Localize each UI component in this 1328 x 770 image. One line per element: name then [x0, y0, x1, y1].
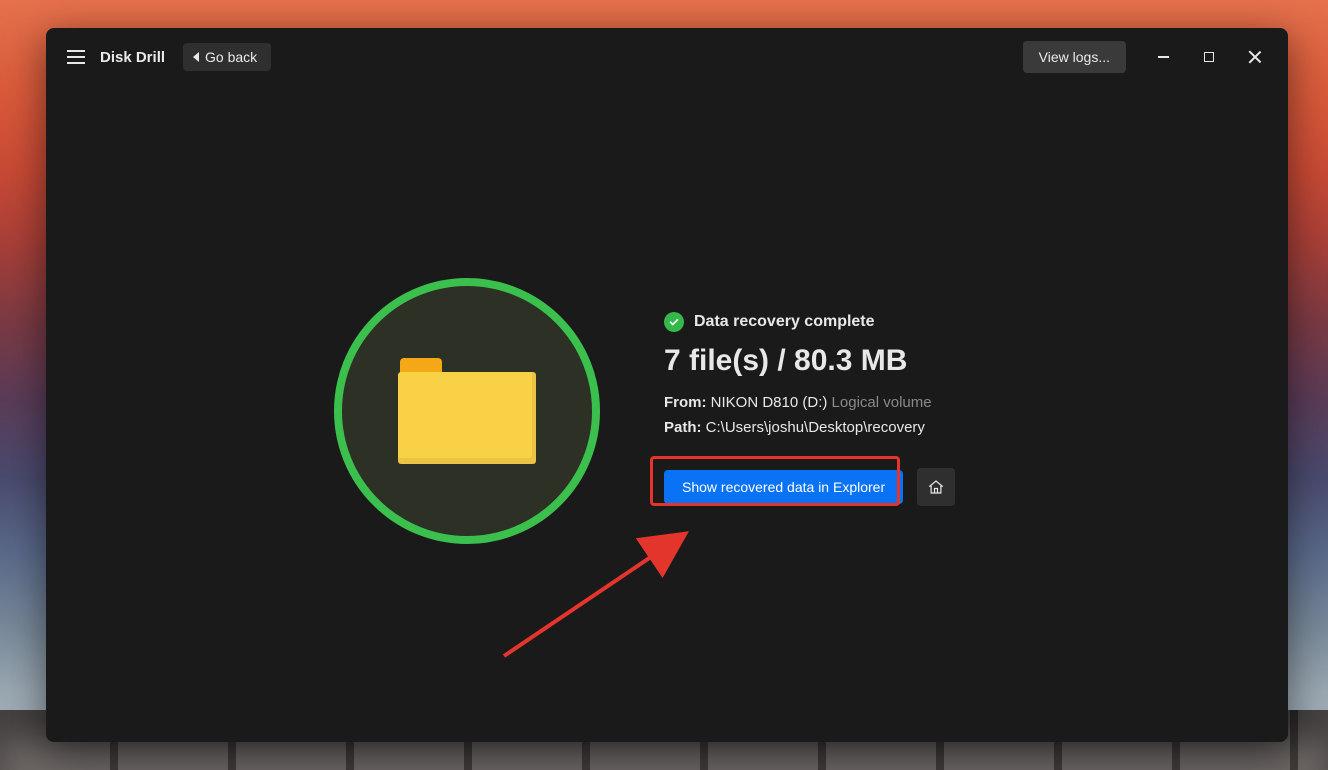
minimize-icon [1158, 56, 1169, 58]
summary-headline: 7 file(s) / 80.3 MB [664, 344, 1224, 378]
check-circle-icon [664, 312, 684, 332]
path-label: Path: [664, 419, 702, 436]
maximize-icon [1204, 52, 1214, 62]
close-button[interactable] [1232, 37, 1278, 77]
action-row: Show recovered data in Explorer [664, 468, 1224, 506]
close-icon [1248, 50, 1262, 64]
recovery-summary: Data recovery complete 7 file(s) / 80.3 … [664, 312, 1224, 506]
content-area: Data recovery complete 7 file(s) / 80.3 … [46, 86, 1288, 742]
success-circle [334, 278, 600, 544]
status-row: Data recovery complete [664, 312, 1224, 332]
path-row: Path: C:\Users\joshu\Desktop\recovery [664, 419, 1224, 436]
minimize-button[interactable] [1140, 37, 1186, 77]
titlebar: Disk Drill Go back View logs... [46, 28, 1288, 86]
status-label: Data recovery complete [694, 313, 875, 331]
chevron-left-icon [193, 52, 199, 62]
go-back-button[interactable]: Go back [183, 43, 271, 71]
show-in-explorer-button[interactable]: Show recovered data in Explorer [664, 470, 903, 504]
home-button[interactable] [917, 468, 955, 506]
app-window: Disk Drill Go back View logs... [46, 28, 1288, 742]
annotation-arrow [484, 526, 704, 666]
path-value: C:\Users\joshu\Desktop\recovery [706, 419, 925, 436]
view-logs-button[interactable]: View logs... [1023, 41, 1126, 73]
app-title: Disk Drill [100, 49, 165, 66]
go-back-label: Go back [205, 49, 257, 65]
home-icon [927, 478, 945, 496]
from-label: From: [664, 394, 707, 411]
menu-button[interactable] [56, 37, 96, 77]
maximize-button[interactable] [1186, 37, 1232, 77]
folder-icon [398, 358, 536, 464]
hamburger-icon [67, 56, 85, 58]
from-suffix: Logical volume [832, 394, 932, 411]
from-row: From: NIKON D810 (D:) Logical volume [664, 394, 1224, 411]
from-value: NIKON D810 (D:) [711, 394, 828, 411]
